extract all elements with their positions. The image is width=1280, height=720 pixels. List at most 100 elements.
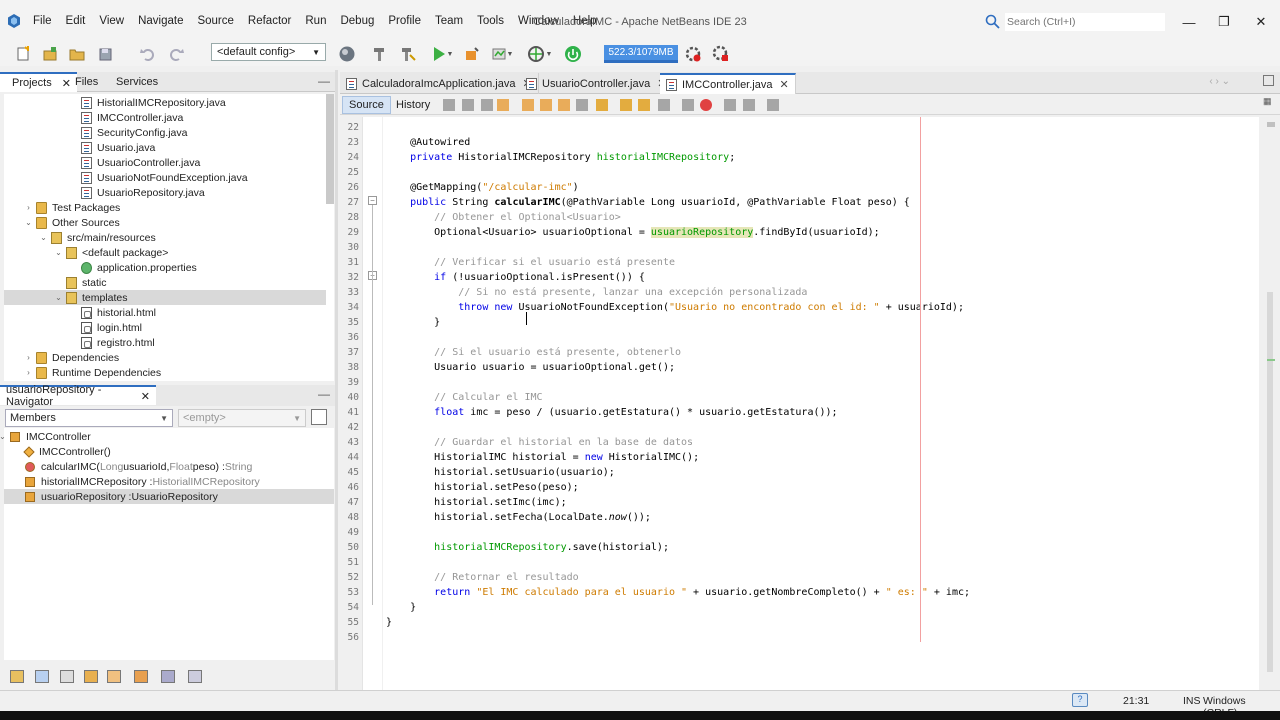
menu-team[interactable]: Team [428,14,470,28]
close-icon[interactable]: ✕ [779,78,788,91]
static-icon[interactable] [60,670,74,683]
projects-scrollbar[interactable] [326,94,334,204]
editor-scrollbar[interactable] [1259,117,1277,690]
build-hammer-icon[interactable] [370,44,390,64]
menu-window[interactable]: Window [511,14,566,28]
caret-position[interactable]: 21:31 [1123,695,1149,707]
toggle-highlight-icon[interactable] [576,99,588,111]
chevron-right-icon[interactable]: › [24,368,33,377]
chevron-right-icon[interactable]: › [24,203,33,212]
maximize-editor-icon[interactable] [1263,75,1274,86]
tree-node-java[interactable]: UsuarioRepository.java [69,185,205,200]
tree-node-html[interactable]: historial.html [69,305,156,320]
menu-view[interactable]: View [92,14,131,28]
code-line[interactable]: // Verificar si el usuario está presente [386,255,675,270]
tree-node-html[interactable]: login.html [69,320,142,335]
forward-icon[interactable] [481,99,493,111]
code-line[interactable]: historial.setImc(imc); [386,495,566,510]
chevron-down-icon[interactable]: ⌄ [54,293,63,302]
find-selection-icon[interactable] [558,99,570,111]
code-line[interactable]: Usuario usuario = usuarioOptional.get(); [386,360,675,375]
uncomment-icon[interactable] [767,99,779,111]
tree-node-java[interactable]: SecurityConfig.java [69,125,187,140]
code-line[interactable]: private HistorialIMCRepository historial… [386,150,735,165]
local-classes-icon[interactable] [107,670,121,683]
navigator-config-icon[interactable] [311,409,327,425]
save-all-icon[interactable] [96,44,116,64]
members-filter-select[interactable]: Members ▼ [5,409,173,427]
stop-macro-icon[interactable] [724,99,736,111]
tree-node-pkg[interactable]: ⌄ src/main/resources [39,230,156,245]
empty-select[interactable]: <empty> ▼ [178,409,306,427]
menu-refactor[interactable]: Refactor [241,14,298,28]
shift-left-icon[interactable] [658,99,670,111]
tree-node-java[interactable]: UsuarioController.java [69,155,200,170]
open-project-icon[interactable] [67,44,87,64]
redo-icon[interactable] [166,44,186,64]
shift-right-icon[interactable] [682,99,694,111]
navigator-item-field[interactable]: usuarioRepository : UsuarioRepository [4,489,334,504]
tree-node-folder[interactable]: › Runtime Dependencies [24,365,161,380]
menu-file[interactable]: File [26,14,59,28]
tab-navigator[interactable]: usuarioRepository - Navigator ✕ [0,384,156,408]
code-line[interactable]: @GetMapping("/calcular-imc") [386,180,579,195]
back-icon[interactable] [462,99,474,111]
close-window-button[interactable]: ✕ [1251,14,1271,30]
tree-node-props[interactable]: application.properties [69,260,197,275]
code-line[interactable]: // Obtener el Optional<Usuario> [386,210,621,225]
fields-icon[interactable] [35,670,49,683]
tree-node-folder[interactable]: ⌄ Other Sources [24,215,120,230]
attach-dropdown-icon[interactable]: ▼ [543,44,555,64]
tab-imccontroller[interactable]: IMCController.java ✕ [660,73,796,94]
menu-tools[interactable]: Tools [470,14,511,28]
search-box[interactable] [985,12,1167,32]
tab-services[interactable]: Services [104,72,170,92]
last-edit-icon[interactable] [443,99,455,111]
code-editor[interactable]: @Autowired private HistorialIMCRepositor… [383,117,1259,690]
new-file-icon[interactable] [13,44,33,64]
split-editor-icon[interactable]: ▦ [1263,96,1273,110]
code-line[interactable]: historial.setPeso(peso); [386,480,579,495]
deploy-icon[interactable] [563,44,583,64]
code-line[interactable]: if (!usuarioOptional.isPresent()) { [386,270,645,285]
search-input[interactable] [1005,13,1165,31]
tree-node-folder[interactable]: › Test Packages [24,200,120,215]
minimize-button[interactable]: — [1179,14,1199,30]
tree-node-java[interactable]: Usuario.java [69,140,155,155]
menu-navigate[interactable]: Navigate [131,14,190,28]
new-project-icon[interactable] [40,44,60,64]
sort-icon[interactable] [188,670,202,683]
tree-node-java[interactable]: HistorialIMCRepository.java [69,95,226,110]
code-line[interactable]: } [386,615,392,630]
tree-node-folder[interactable]: › Dependencies [24,350,119,365]
chevron-down-icon[interactable]: ⌄ [24,218,33,227]
menu-edit[interactable]: Edit [59,14,93,28]
code-line[interactable]: // Calcular el IMC [386,390,542,405]
line-endings[interactable]: Windows (CRLF) [1203,695,1280,711]
debug-project-icon[interactable] [462,44,482,64]
config-select[interactable]: <default config> ▼ [211,43,326,61]
code-line[interactable]: @Autowired [386,135,470,150]
find-next-icon[interactable] [540,99,552,111]
menu-help[interactable]: Help [566,14,604,28]
source-button[interactable]: Source [342,96,391,114]
profile-dropdown-icon[interactable]: ▼ [504,44,516,64]
menu-run[interactable]: Run [298,14,333,28]
code-line[interactable]: float imc = peso / (usuario.getEstatura(… [386,405,837,420]
code-line[interactable]: historialIMCRepository.save(historial); [386,540,669,555]
code-line[interactable]: public String calcularIMC(@PathVariable … [386,195,910,210]
code-line[interactable]: // Guardar el historial en la base de da… [386,435,693,450]
code-line[interactable]: historial.setFecha(LocalDate.now()); [386,510,651,525]
record-macro-icon[interactable] [700,99,712,111]
minimize-pane-icon[interactable]: — [318,387,330,401]
chevron-down-icon[interactable]: ⌄ [54,248,63,257]
tree-node-pkg[interactable]: static [54,275,107,290]
tab-calculadoraimcapplication[interactable]: CalculadoraImcApplication.java✕ [340,73,539,94]
memory-indicator[interactable]: 522.3/1079MB [604,45,678,63]
navigator-item-field[interactable]: historialIMCRepository : HistorialIMCRep… [25,474,260,489]
code-line[interactable]: } [386,600,416,615]
maximize-button[interactable]: ❐ [1214,14,1234,30]
profiler-snapshot-icon[interactable] [710,44,732,64]
code-line[interactable]: throw new UsuarioNotFoundException("Usua… [386,300,964,315]
code-line[interactable]: return "El IMC calculado para el usuario… [386,585,970,600]
